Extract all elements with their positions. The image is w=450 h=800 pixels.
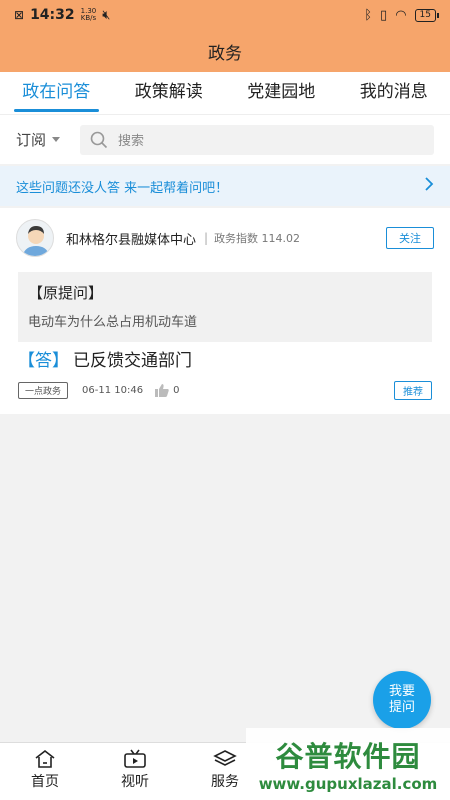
question-title: 【原提问】 bbox=[28, 284, 104, 302]
wifi-icon: ◠ bbox=[395, 7, 407, 23]
unanswered-banner[interactable]: 这些问题还没人答 来一起帮着问吧！ bbox=[0, 166, 450, 206]
nav-home-label: 首页 bbox=[31, 774, 59, 790]
answer-tag: 【答】 bbox=[18, 351, 69, 371]
vibrate-icon: ▯ bbox=[380, 7, 388, 23]
thumbs-up-icon bbox=[155, 383, 169, 397]
tab-policy[interactable]: 政策解读 bbox=[113, 72, 226, 114]
avatar[interactable] bbox=[16, 219, 54, 257]
post-date: 06-11 10:46 bbox=[82, 384, 144, 396]
banner-text: 这些问题还没人答 来一起帮着问吧！ bbox=[16, 180, 229, 196]
watermark-url: www.gupuxlazal.com bbox=[258, 775, 438, 793]
notification-close-icon: ⊠ bbox=[14, 8, 25, 22]
gov-index: 政务指数 114.02 bbox=[214, 232, 301, 245]
card-meta: 一点政务 06-11 10:46 0 推荐 bbox=[18, 380, 432, 400]
search-placeholder: 搜索 bbox=[118, 134, 145, 149]
site-watermark: 谷普软件园 www.gupuxlazal.com bbox=[246, 728, 450, 800]
like-button[interactable]: 0 bbox=[155, 383, 180, 397]
recommend-badge: 推荐 bbox=[394, 380, 432, 400]
answer-text: 已反馈交通部门 bbox=[73, 351, 192, 371]
nav-video[interactable]: 视听 bbox=[90, 743, 180, 800]
ask-question-button[interactable]: 我要 提问 bbox=[373, 671, 431, 729]
answer[interactable]: 【答】 已反馈交通部门 bbox=[18, 346, 192, 371]
watermark-title: 谷普软件园 bbox=[275, 740, 421, 773]
chevron-right-icon bbox=[424, 177, 434, 195]
source-tag: 一点政务 bbox=[18, 381, 69, 399]
search-row: 订阅 搜索 bbox=[0, 114, 450, 164]
status-bar: ⊠ 14:32 1.30 KB/s 🔇︎ ᛒ ▯ ◠ 15 bbox=[0, 0, 450, 30]
video-icon bbox=[124, 749, 146, 768]
caret-down-icon bbox=[52, 137, 61, 142]
question-text: 电动车为什么总占用机动车道 bbox=[28, 315, 198, 330]
subscribe-label: 订阅 bbox=[16, 131, 47, 149]
bluetooth-icon: ᛒ bbox=[364, 7, 373, 23]
search-icon bbox=[90, 131, 108, 148]
battery-indicator: 15 bbox=[414, 8, 440, 22]
nav-home[interactable]: 首页 bbox=[0, 743, 90, 800]
divider: | bbox=[204, 231, 209, 245]
fab-line1: 我要 bbox=[388, 684, 415, 699]
fab-line2: 提问 bbox=[388, 700, 415, 715]
card-header: 和林格尔县融媒体中心 | 政务指数 114.02 关注 bbox=[16, 219, 434, 257]
tab-party[interactable]: 党建园地 bbox=[225, 72, 338, 114]
like-count: 0 bbox=[173, 384, 180, 396]
follow-button[interactable]: 关注 bbox=[386, 227, 434, 249]
nav-service-label: 服务 bbox=[211, 774, 239, 790]
home-icon bbox=[35, 749, 55, 768]
mute-icon: 🔇︎ bbox=[102, 7, 111, 23]
layers-icon bbox=[213, 750, 237, 766]
org-name[interactable]: 和林格尔县融媒体中心 bbox=[66, 229, 196, 248]
qa-card[interactable]: 和林格尔县融媒体中心 | 政务指数 114.02 关注 【原提问】 电动车为什么… bbox=[0, 208, 450, 414]
tab-bar: 政在问答 政策解读 党建园地 我的消息 bbox=[0, 72, 450, 114]
page-title: 政务 bbox=[0, 30, 450, 72]
status-time: 14:32 bbox=[30, 7, 75, 23]
search-input[interactable]: 搜索 bbox=[80, 124, 434, 155]
network-speed: 1.30 KB/s bbox=[80, 7, 97, 22]
original-question[interactable]: 【原提问】 电动车为什么总占用机动车道 bbox=[18, 272, 432, 342]
tab-qa[interactable]: 政在问答 bbox=[0, 72, 113, 114]
nav-video-label: 视听 bbox=[121, 774, 149, 790]
subscribe-dropdown[interactable]: 订阅 bbox=[16, 129, 80, 150]
tab-messages[interactable]: 我的消息 bbox=[338, 72, 450, 114]
